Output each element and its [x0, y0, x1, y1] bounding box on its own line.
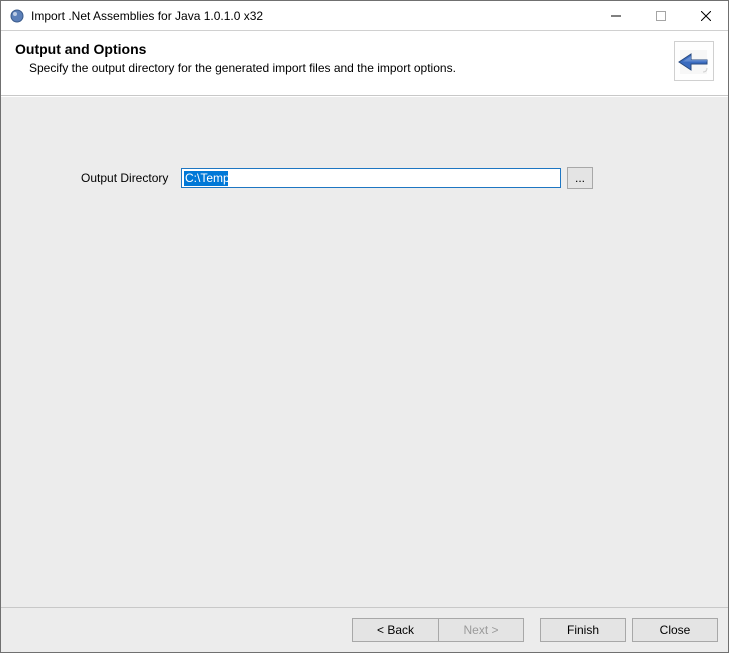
app-icon — [9, 8, 25, 24]
page-subtitle: Specify the output directory for the gen… — [15, 61, 664, 75]
back-button[interactable]: < Back — [352, 618, 438, 642]
wizard-header: Output and Options Specify the output di… — [1, 31, 728, 96]
output-directory-input[interactable]: C:\Temp — [181, 168, 561, 188]
wizard-footer: < Back Next > Finish Close — [1, 607, 728, 652]
output-directory-label: Output Directory — [81, 171, 181, 185]
finish-button[interactable]: Finish — [540, 618, 626, 642]
close-button[interactable]: Close — [632, 618, 718, 642]
minimize-button[interactable] — [593, 1, 638, 30]
browse-button[interactable]: ... — [567, 167, 593, 189]
titlebar: Import .Net Assemblies for Java 1.0.1.0 … — [1, 1, 728, 31]
page-title: Output and Options — [15, 41, 664, 57]
close-window-button[interactable] — [683, 1, 728, 30]
wizard-content: Output Directory C:\Temp ... — [1, 96, 728, 607]
maximize-button[interactable] — [638, 1, 683, 30]
next-button: Next > — [438, 618, 524, 642]
window-title: Import .Net Assemblies for Java 1.0.1.0 … — [31, 9, 593, 23]
output-directory-row: Output Directory C:\Temp ... — [81, 167, 648, 189]
import-arrow-icon — [674, 41, 714, 81]
